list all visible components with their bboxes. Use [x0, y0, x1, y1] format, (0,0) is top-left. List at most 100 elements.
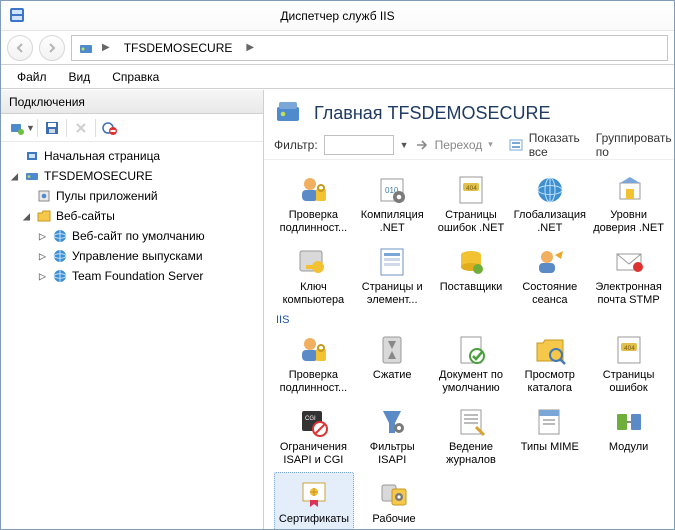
sites-folder-icon — [36, 208, 52, 224]
connections-toolbar: ▼ — [1, 114, 263, 142]
feature-pages-ctrl[interactable]: Страницы и элемент... — [353, 240, 432, 312]
feature-label: Проверка подлинност... — [277, 369, 350, 395]
feature-default-doc[interactable]: Документ по умолчанию — [432, 328, 511, 400]
delete-button[interactable] — [69, 117, 93, 139]
tree-site-default[interactable]: ▷ Веб-сайт по умолчанию — [5, 226, 263, 246]
expand-icon[interactable]: ▷ — [37, 251, 48, 262]
chevron-down-icon[interactable]: ▼ — [400, 140, 409, 150]
feature-dir-browse[interactable]: Просмотр каталога — [510, 328, 589, 400]
page-title: Главная TFSDEMOSECURE — [314, 103, 551, 124]
collapse-icon[interactable]: ◢ — [21, 211, 32, 222]
nav-forward-button[interactable] — [39, 35, 65, 61]
filter-input[interactable] — [324, 135, 394, 155]
modules-icon — [612, 405, 646, 439]
tree-label: Веб-сайт по умолчанию — [72, 229, 205, 243]
feature-logging[interactable]: Ведение журналов — [432, 400, 511, 472]
feature-label: Страницы ошибок .NET — [435, 209, 508, 235]
server-node-icon — [78, 40, 94, 56]
feature-isapi-filters[interactable]: Фильтры ISAPI — [353, 400, 432, 472]
feature-mime[interactable]: Типы MIME — [510, 400, 589, 472]
logging-icon — [454, 405, 488, 439]
save-button[interactable] — [40, 117, 64, 139]
feature-isapi-cgi[interactable]: CGI Ограничения ISAPI и CGI — [274, 400, 353, 472]
svg-text:CGI: CGI — [305, 416, 316, 422]
connections-panel: Подключения ▼ — [1, 90, 264, 529]
show-all-icon[interactable] — [509, 138, 523, 152]
feature-worker-procs[interactable]: Рабочие процессы — [354, 472, 434, 529]
breadcrumb-server[interactable]: TFSDEMOSECURE — [118, 39, 239, 57]
tree-app-pools[interactable]: Пулы приложений — [5, 186, 263, 206]
feature-auth[interactable]: Проверка подлинност... — [274, 328, 353, 400]
menu-file[interactable]: Файл — [7, 67, 57, 87]
menu-bar: Файл Вид Справка — [1, 65, 674, 89]
go-button[interactable]: Переход — [435, 138, 483, 152]
tree-site-tfs[interactable]: ▷ Team Foundation Server — [5, 266, 263, 286]
providers-icon — [454, 245, 488, 279]
server-certs-icon — [297, 477, 331, 511]
feature-label: Типы MIME — [513, 441, 586, 467]
tree-start-page[interactable]: Начальная страница — [5, 146, 263, 166]
chevron-right-icon[interactable]: ▶ — [244, 42, 256, 53]
auth-check-icon — [296, 173, 330, 207]
feature-label: Состояние сеанса — [513, 281, 586, 307]
show-all-button[interactable]: Показать все — [529, 131, 580, 159]
group-by-label: Группировать по — [596, 131, 672, 159]
feature-session[interactable]: Состояние сеанса — [510, 240, 589, 312]
feature-modules[interactable]: Модули — [589, 400, 668, 472]
feature-label: Страницы ошибок — [592, 369, 665, 395]
stop-button[interactable] — [98, 117, 122, 139]
err-pages-icon: 404 — [612, 333, 646, 367]
feature-smtp[interactable]: Электронная почта STMP — [589, 240, 668, 312]
worker-procs-icon — [377, 477, 411, 511]
chevron-down-icon[interactable]: ▾ — [488, 139, 493, 150]
default-doc-icon — [454, 333, 488, 367]
connections-header: Подключения — [1, 90, 263, 114]
breadcrumb[interactable]: ▶ TFSDEMOSECURE ▶ — [71, 35, 668, 61]
feature-label: Поставщики — [435, 281, 508, 307]
tree-server[interactable]: ◢ TFSDEMOSECURE — [5, 166, 263, 186]
globe-icon — [52, 248, 68, 264]
pages-ctrl-icon — [375, 245, 409, 279]
expand-icon[interactable]: ▷ — [37, 231, 48, 242]
expand-icon[interactable]: ▷ — [37, 271, 48, 282]
auth-icon — [296, 333, 330, 367]
feature-label: Просмотр каталога — [513, 369, 586, 395]
server-home-icon — [274, 98, 304, 128]
feature-trust-net[interactable]: Уровни доверия .NET — [589, 168, 668, 240]
isapi-cgi-icon: CGI — [296, 405, 330, 439]
session-icon — [533, 245, 567, 279]
iis-manager-window: Диспетчер служб IIS ▶ TFSDEMOSECURE ▶ Фа… — [0, 0, 675, 530]
globe-icon — [52, 228, 68, 244]
feature-label: Страницы и элемент... — [356, 281, 429, 307]
connections-tree[interactable]: Начальная страница ◢ TFSDEMOSECURE Пулы … — [1, 142, 263, 529]
menu-help[interactable]: Справка — [102, 67, 169, 87]
feature-err-pages[interactable]: 404Страницы ошибок — [589, 328, 668, 400]
feature-comp-net[interactable]: 010Компиляция .NET — [353, 168, 432, 240]
collapse-icon[interactable]: ◢ — [9, 171, 20, 182]
feature-err-pages-net[interactable]: 404 Страницы ошибок .NET — [432, 168, 511, 240]
smtp-icon — [612, 245, 646, 279]
feature-server-certs[interactable]: Сертификаты сервера — [274, 472, 354, 529]
feature-compress[interactable]: Сжатие — [353, 328, 432, 400]
feature-label: Ограничения ISAPI и CGI — [277, 441, 350, 467]
tree-site-release[interactable]: ▷ Управление выпусками — [5, 246, 263, 266]
tree-label: Team Foundation Server — [72, 269, 203, 283]
feature-label: Компиляция .NET — [356, 209, 429, 235]
page-title-row: Главная TFSDEMOSECURE — [264, 90, 674, 130]
feature-glob-net[interactable]: Глобализация .NET — [510, 168, 589, 240]
feature-label: Модули — [592, 441, 665, 467]
chevron-down-icon[interactable]: ▼ — [26, 123, 35, 133]
feature-auth-check[interactable]: Проверка подлинност... — [274, 168, 353, 240]
nav-back-button[interactable] — [7, 35, 33, 61]
isapi-filters-icon — [375, 405, 409, 439]
menu-view[interactable]: Вид — [59, 67, 101, 87]
svg-text:404: 404 — [466, 185, 477, 192]
address-bar: ▶ TFSDEMOSECURE ▶ — [1, 31, 674, 65]
feature-providers[interactable]: Поставщики — [432, 240, 511, 312]
tree-sites[interactable]: ◢ Веб-сайты — [5, 206, 263, 226]
feature-machine-key[interactable]: Ключ компьютера — [274, 240, 353, 312]
mime-icon — [533, 405, 567, 439]
go-icon[interactable] — [415, 138, 429, 152]
feature-label: Фильтры ISAPI — [356, 441, 429, 467]
feature-label: Глобализация .NET — [513, 209, 586, 235]
